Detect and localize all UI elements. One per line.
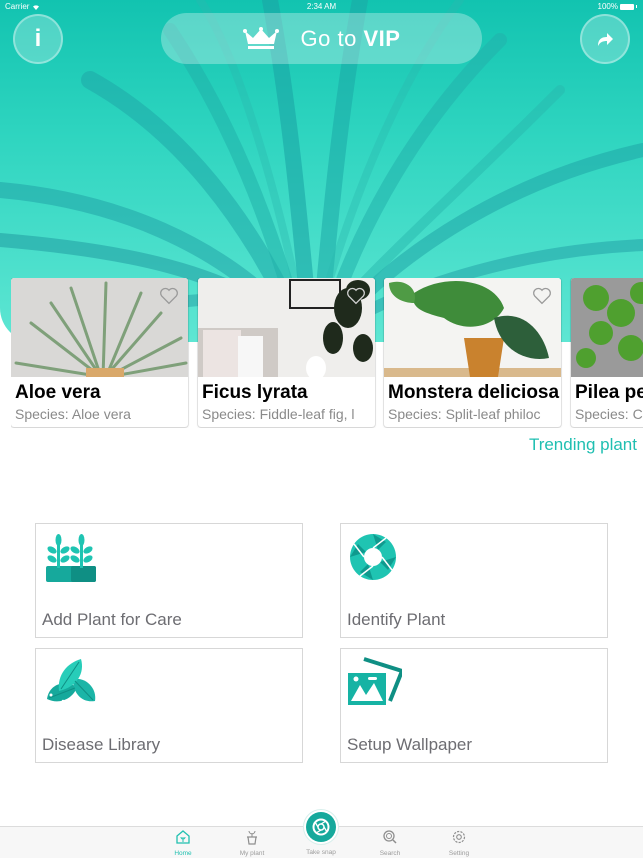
- plant-card[interactable]: Monstera deliciosa Species: Split-leaf p…: [384, 278, 561, 427]
- search-icon: [383, 830, 397, 844]
- plant-name: Monstera deliciosa: [388, 382, 560, 403]
- trending-plants-carousel[interactable]: Aloe vera Species: Aloe vera Ficus lyrat…: [11, 278, 643, 428]
- aperture-icon: [350, 534, 396, 580]
- favorite-heart-icon[interactable]: [532, 287, 552, 305]
- tile-label: Setup Wallpaper: [347, 735, 473, 754]
- tab-search[interactable]: Search: [360, 829, 420, 857]
- disease-library-tile[interactable]: Disease Library: [35, 648, 303, 763]
- take-snap-button[interactable]: [303, 809, 339, 845]
- clock: 2:34 AM: [306, 2, 337, 11]
- gear-icon: [452, 830, 466, 844]
- crown-icon: [242, 26, 279, 51]
- info-icon: i: [34, 25, 42, 52]
- take-snap-circle: [306, 812, 336, 842]
- plant-card[interactable]: Pilea pe Species: C: [571, 278, 643, 427]
- plant-card[interactable]: Ficus lyrata Species: Fiddle-leaf fig, l: [198, 278, 375, 427]
- plant-name: Aloe vera: [15, 382, 101, 403]
- tab-label: My plant: [239, 850, 265, 857]
- tile-label: Disease Library: [42, 735, 161, 754]
- tab-setting[interactable]: Setting: [429, 829, 489, 857]
- vip-label: Go to VIP: [301, 26, 401, 52]
- home-screen: Carrier 2:34 AM 100% i Go to VIP Aloe ve…: [0, 0, 643, 858]
- plant-name: Pilea pe: [575, 382, 643, 403]
- plant-species: Species: C: [575, 406, 643, 422]
- battery-tip: [636, 5, 637, 8]
- share-button[interactable]: [580, 14, 630, 64]
- plant-species: Species: Fiddle-leaf fig, l: [202, 406, 355, 422]
- leaves-icon: [47, 659, 96, 703]
- tab-label: Home: [174, 850, 192, 857]
- plant-photo: [571, 278, 643, 377]
- status-bar: Carrier 2:34 AM 100%: [0, 0, 643, 14]
- favorite-heart-icon[interactable]: [346, 287, 366, 305]
- home-icon: [176, 830, 190, 844]
- tab-label: Setting: [448, 850, 470, 857]
- take-snap-label: Take snap: [306, 849, 336, 856]
- battery-percent: 100%: [597, 2, 618, 11]
- vip-bold: VIP: [363, 25, 401, 51]
- sprouts-icon: [46, 534, 96, 582]
- tab-label: Search: [379, 850, 401, 857]
- tile-label: Add Plant for Care: [42, 610, 182, 629]
- pictures-icon: [348, 657, 402, 705]
- battery-indicator: 100%: [598, 2, 637, 11]
- identify-plant-tile[interactable]: Identify Plant: [340, 523, 608, 638]
- info-button[interactable]: i: [13, 14, 63, 64]
- camera-shutter-icon: [312, 818, 330, 836]
- setup-wallpaper-tile[interactable]: Setup Wallpaper: [340, 648, 608, 763]
- tab-my-plant[interactable]: My plant: [222, 829, 282, 857]
- add-plant-for-care-tile[interactable]: Add Plant for Care: [35, 523, 303, 638]
- share-arrow-icon: [598, 33, 613, 46]
- plant-species: Species: Aloe vera: [15, 406, 131, 422]
- trending-plant-link[interactable]: Trending plant: [529, 435, 637, 455]
- plant-name: Ficus lyrata: [202, 382, 308, 403]
- battery-icon: [620, 3, 634, 10]
- plant-card[interactable]: Aloe vera Species: Aloe vera: [11, 278, 188, 427]
- favorite-heart-icon[interactable]: [159, 287, 179, 305]
- go-to-vip-button[interactable]: Go to VIP: [161, 13, 482, 64]
- tile-label: Identify Plant: [347, 610, 446, 629]
- vip-prefix: Go to: [300, 25, 364, 51]
- tab-home[interactable]: Home: [153, 829, 213, 857]
- plant-species: Species: Split-leaf philoc: [388, 406, 541, 422]
- potted-plant-icon: [247, 830, 257, 845]
